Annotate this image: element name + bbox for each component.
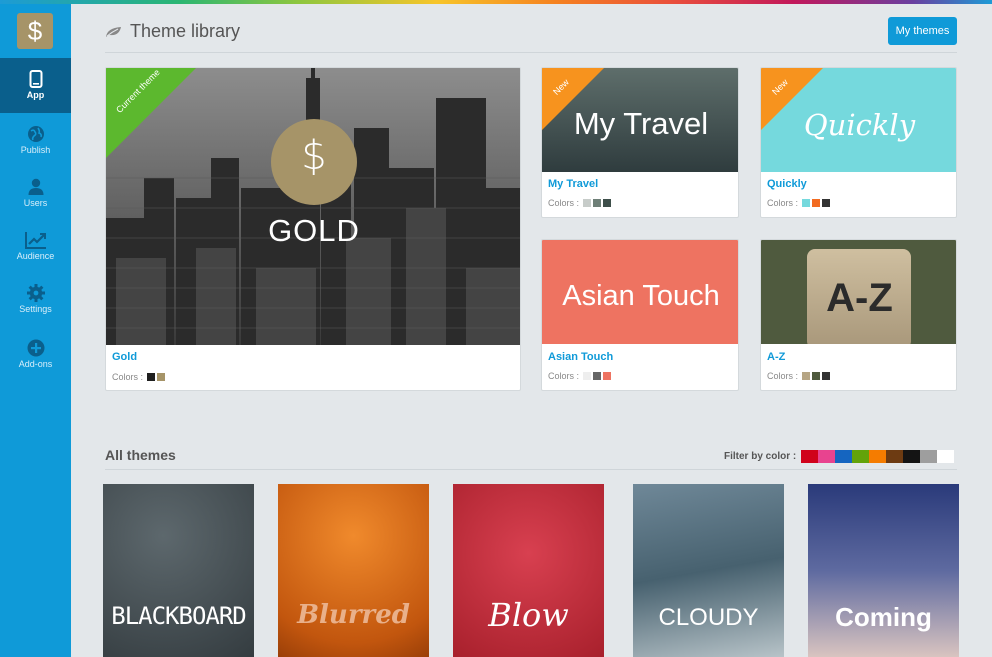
filter-color-black[interactable] xyxy=(903,450,920,463)
theme-tile-label: Blurred xyxy=(297,600,410,630)
theme-tile-label: Coming xyxy=(835,602,932,632)
theme-tile-coming[interactable]: Coming xyxy=(808,484,959,657)
theme-card-my-travel[interactable]: My Travel New My Travel Colors : xyxy=(541,67,739,218)
color-swatch xyxy=(822,372,831,380)
theme-thumb-label: A-Z xyxy=(826,276,893,320)
gold-dollar-icon: $ xyxy=(301,133,327,179)
sidebar-item-users[interactable]: Users xyxy=(0,166,71,221)
theme-tile-blackboard[interactable]: BLACKBOARD xyxy=(103,484,254,657)
my-themes-button[interactable]: My themes xyxy=(888,17,957,45)
theme-card-asian-touch[interactable]: Asian Touch Asian Touch Colors : xyxy=(541,239,739,391)
theme-colors: Colors : xyxy=(767,198,831,208)
filter-by-color-label: Filter by color : xyxy=(724,451,797,462)
theme-colors: Colors : xyxy=(548,198,612,208)
color-swatch xyxy=(593,372,602,380)
sidebar-item-publish[interactable]: Publish xyxy=(0,113,71,168)
theme-colors: Colors : xyxy=(767,371,831,381)
color-swatch xyxy=(812,199,821,207)
header-divider xyxy=(105,52,957,53)
sidebar: $ App Publish Users Audience Settings Ad… xyxy=(0,0,71,657)
color-swatch xyxy=(603,199,612,207)
all-themes-divider xyxy=(105,469,957,470)
sidebar-item-addons[interactable]: Add-ons xyxy=(0,327,71,382)
theme-tile-blow[interactable]: Blow xyxy=(453,484,604,657)
color-swatch xyxy=(583,372,592,380)
sidebar-item-settings[interactable]: Settings xyxy=(0,272,71,327)
theme-tile-label: CLOUDY xyxy=(658,604,759,631)
theme-card-gold[interactable]: $ GOLD Current theme Gold Colors : xyxy=(105,67,521,391)
filter-color-orange[interactable] xyxy=(869,450,886,463)
chart-icon xyxy=(24,232,46,249)
sidebar-item-label: App xyxy=(26,90,45,100)
dollar-logo-icon[interactable]: $ xyxy=(17,13,53,49)
color-filter xyxy=(801,450,954,463)
theme-name: Quickly xyxy=(767,178,807,190)
color-swatch xyxy=(802,372,811,380)
filter-color-red[interactable] xyxy=(801,450,818,463)
color-swatch xyxy=(157,373,166,381)
theme-tile-blurred[interactable]: Blurred xyxy=(278,484,429,657)
filter-color-grey[interactable] xyxy=(920,450,937,463)
color-swatch xyxy=(812,372,821,380)
sidebar-item-label: Audience xyxy=(16,251,55,261)
theme-name: My Travel xyxy=(548,178,599,190)
page-title: Theme library xyxy=(105,21,240,42)
theme-colors: Colors : xyxy=(548,371,612,381)
color-swatch xyxy=(147,373,156,381)
all-themes-title: All themes xyxy=(105,447,176,463)
color-swatch xyxy=(822,199,831,207)
page-title-text: Theme library xyxy=(130,21,241,41)
sidebar-item-audience[interactable]: Audience xyxy=(0,219,71,274)
theme-thumb-label: Asian Touch xyxy=(562,280,720,312)
theme-card-quickly[interactable]: Quickly New Quickly Colors : xyxy=(760,67,957,218)
color-swatch xyxy=(802,199,811,207)
plus-circle-icon xyxy=(27,339,44,357)
sidebar-item-label: Publish xyxy=(20,145,51,155)
user-icon xyxy=(28,178,43,195)
theme-name: Asian Touch xyxy=(548,351,614,363)
color-swatch xyxy=(593,199,602,207)
globe-icon xyxy=(27,126,44,142)
theme-thumbnail: $ GOLD Current theme xyxy=(106,68,520,345)
theme-card-a-z[interactable]: A-Z A-Z Colors : xyxy=(760,239,957,391)
theme-name: A-Z xyxy=(767,351,786,363)
sidebar-item-app[interactable]: App xyxy=(0,58,71,113)
theme-tile-label: BLACKBOARD xyxy=(111,602,247,630)
theme-thumbnail: Asian Touch xyxy=(542,240,738,344)
filter-color-pink[interactable] xyxy=(818,450,835,463)
sidebar-item-label: Add-ons xyxy=(18,359,53,369)
filter-color-green[interactable] xyxy=(852,450,869,463)
filter-color-brown[interactable] xyxy=(886,450,903,463)
theme-thumbnail: A-Z xyxy=(761,240,956,344)
filter-color-white[interactable] xyxy=(937,450,954,463)
main-content: Theme library My themes $ GOLD Current t… xyxy=(71,4,992,657)
theme-thumbnail: Quickly New xyxy=(761,68,956,172)
filter-color-blue[interactable] xyxy=(835,450,852,463)
color-swatch xyxy=(583,199,592,207)
sidebar-item-label: Users xyxy=(23,198,48,208)
leaf-icon xyxy=(106,26,121,37)
gear-icon xyxy=(26,284,45,302)
color-swatch xyxy=(603,372,612,380)
theme-tile-label: Blow xyxy=(488,596,569,634)
theme-thumb-label: GOLD xyxy=(268,213,360,248)
rainbow-top-bar xyxy=(0,0,992,4)
phone-icon xyxy=(29,70,42,88)
theme-name: Gold xyxy=(112,351,138,363)
theme-thumbnail: My Travel New xyxy=(542,68,738,172)
sidebar-item-label: Settings xyxy=(19,304,52,314)
theme-colors: Colors : xyxy=(112,372,166,382)
theme-tile-cloudy[interactable]: CLOUDY xyxy=(633,484,784,657)
